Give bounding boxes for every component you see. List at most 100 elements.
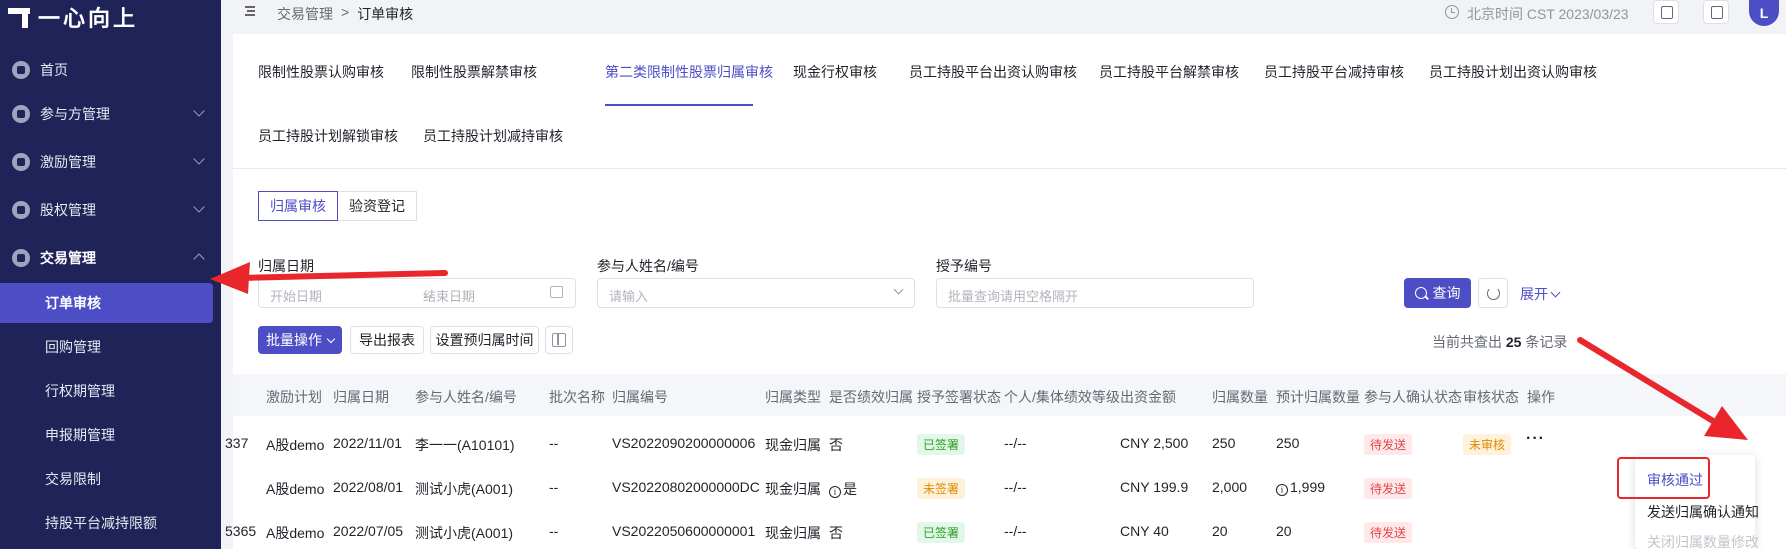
cell-batch: -- — [549, 435, 559, 451]
record-count-suffix: 条记录 — [1525, 334, 1568, 350]
cell-perf-value: 是 — [843, 481, 857, 497]
submenu-item-exercise-period[interactable]: 行权期管理 — [0, 371, 221, 411]
cell-qty: 250 — [1212, 435, 1236, 451]
shirt-icon[interactable] — [1703, 0, 1729, 24]
info-icon[interactable]: i — [1276, 484, 1288, 496]
date-filter-label: 归属日期 — [258, 258, 314, 274]
tab-platform-reduction[interactable]: 员工持股平台减持审核 — [1264, 62, 1404, 82]
expand-label: 展开 — [1520, 286, 1548, 302]
cell-participant: 测试小虎(A001) — [415, 525, 514, 541]
top-bar: 交易管理 > 订单审核 北京时间 CST 2023/03/23 L — [221, 0, 1786, 26]
sign-status-badge: 已签署 — [917, 522, 966, 543]
submenu-item-label: 订单审核 — [45, 295, 101, 311]
date-start-placeholder: 开始日期 — [270, 289, 323, 304]
grant-placeholder: 批量查询请用空格隔开 — [948, 289, 1079, 304]
menu-item-label: 激励管理 — [40, 154, 96, 170]
submenu-item-label: 交易限制 — [45, 471, 101, 487]
cell-perf: 否 — [829, 525, 843, 541]
logo-text: 一心向上 — [38, 7, 139, 32]
avatar[interactable]: L — [1749, 0, 1779, 26]
cell-est-qty-value: 1,999 — [1290, 479, 1326, 495]
menu-item-trading[interactable]: 交易管理 — [0, 237, 221, 279]
column-settings-button[interactable] — [545, 326, 573, 354]
tab-platform-unlock[interactable]: 员工持股平台解禁审核 — [1099, 62, 1239, 82]
tab-plan-subscription[interactable]: 员工持股计划出资认购审核 — [1429, 62, 1597, 82]
batch-operation-button[interactable]: 批量操作 — [258, 326, 342, 354]
more-actions-icon[interactable]: ··· — [1526, 430, 1545, 448]
cell-type: 现金归属 — [765, 481, 821, 497]
info-icon[interactable]: i — [829, 486, 841, 498]
menu-item-participants[interactable]: 参与方管理 — [0, 93, 221, 135]
participants-icon — [12, 105, 30, 123]
collapse-sidebar-icon[interactable] — [241, 5, 255, 17]
cell-date: 2022/08/01 — [333, 479, 404, 495]
segment-vesting-review[interactable]: 归属审核 — [258, 191, 338, 221]
grant-number-input[interactable]: 批量查询请用空格隔开 — [936, 278, 1254, 308]
tab-plan-reduction[interactable]: 员工持股计划减持审核 — [423, 126, 563, 146]
chevron-down-icon — [1550, 287, 1561, 297]
menu-item-label: 股权管理 — [40, 202, 96, 218]
confirm-status-badge: 待发送 — [1364, 478, 1413, 499]
menu-item-label: 交易管理 — [40, 250, 96, 266]
cell-perf: 否 — [829, 437, 843, 453]
home-icon — [12, 61, 30, 79]
menu-item-home[interactable]: 首页 — [0, 49, 221, 91]
chevron-down-icon — [193, 201, 205, 213]
submenu-item-buyback[interactable]: 回购管理 — [0, 327, 221, 367]
cell-amount: CNY 2,500 — [1120, 435, 1189, 451]
menu-item-incentive[interactable]: 激励管理 — [0, 141, 221, 183]
export-report-button[interactable]: 导出报表 — [350, 326, 424, 354]
date-end-placeholder: 结束日期 — [423, 289, 476, 304]
segment-capital-registration[interactable]: 验资登记 — [338, 191, 417, 221]
column-header: 是否绩效归属 — [829, 389, 913, 405]
segment-control: 归属审核 验资登记 — [258, 191, 417, 221]
breadcrumb: 交易管理 > 订单审核 — [277, 4, 413, 24]
batch-operation-label: 批量操作 — [266, 332, 322, 348]
cell-id: 5365 — [225, 523, 257, 539]
submenu-item-declaration-period[interactable]: 申报期管理 — [0, 415, 221, 455]
menu-item-equity[interactable]: 股权管理 — [0, 189, 221, 231]
column-header: 参与人姓名/编号 — [415, 389, 517, 405]
tab-restricted-subscription[interactable]: 限制性股票认购审核 — [258, 62, 384, 82]
column-header: 归属编号 — [612, 389, 668, 405]
logo-mark-icon — [8, 6, 30, 28]
date-range-picker[interactable]: 开始日期 → 结束日期 — [258, 278, 576, 308]
send-confirm-notice-menu-item[interactable]: 发送归属确认通知 — [1647, 502, 1759, 522]
tab-restricted-unlock[interactable]: 限制性股票解禁审核 — [411, 62, 537, 82]
tab-plan-unlock[interactable]: 员工持股计划解锁审核 — [258, 126, 398, 146]
cell-date: 2022/07/05 — [333, 523, 404, 539]
set-pre-vesting-time-button[interactable]: 设置预归属时间 — [430, 326, 539, 354]
participant-select[interactable]: 请输入 — [597, 278, 915, 308]
cell-qty: 20 — [1212, 523, 1228, 539]
column-header: 操作 — [1527, 389, 1555, 405]
tab-divider — [233, 168, 1786, 169]
cell-type: 现金归属 — [765, 525, 821, 541]
cell-level: --/-- — [1004, 435, 1027, 451]
incentive-icon — [12, 153, 30, 171]
submenu-item-trade-restriction[interactable]: 交易限制 — [0, 459, 221, 499]
breadcrumb-parent[interactable]: 交易管理 — [277, 4, 333, 24]
cell-amount: CNY 199.9 — [1120, 479, 1189, 495]
search-icon — [1414, 287, 1427, 299]
cell-level: --/-- — [1004, 479, 1027, 495]
refresh-icon — [1486, 286, 1500, 300]
tab-class2-vesting[interactable]: 第二类限制性股票归属审核 — [605, 62, 773, 82]
chevron-down-icon — [193, 105, 205, 117]
table-header: 激励计划 归属日期 参与人姓名/编号 批次名称 归属编号 归属类型 是否绩效归属… — [233, 374, 1786, 416]
tab-cash-exercise[interactable]: 现金行权审核 — [793, 62, 877, 82]
cell-plan: A股demo — [266, 481, 325, 497]
logo[interactable]: 一心向上 — [8, 0, 138, 34]
reset-button[interactable] — [1478, 278, 1508, 308]
set-pre-vesting-time-label: 设置预归属时间 — [435, 332, 534, 348]
expand-filters-link[interactable]: 展开 — [1520, 284, 1561, 304]
submenu-item-reduction-limit[interactable]: 持股平台减持限额 — [0, 503, 221, 543]
submenu-item-order-review[interactable]: 订单审核 — [0, 283, 213, 323]
cell-perf: i是 — [829, 479, 857, 499]
tab-platform-subscription[interactable]: 员工持股平台出资认购审核 — [909, 62, 1077, 82]
menu-item-label: 参与方管理 — [40, 106, 110, 122]
query-button[interactable]: 查询 — [1404, 278, 1471, 308]
breadcrumb-separator: > — [341, 4, 350, 20]
clipboard-icon[interactable] — [1653, 0, 1679, 24]
column-header: 出资金额 — [1120, 389, 1176, 405]
clock-icon — [1445, 5, 1459, 19]
